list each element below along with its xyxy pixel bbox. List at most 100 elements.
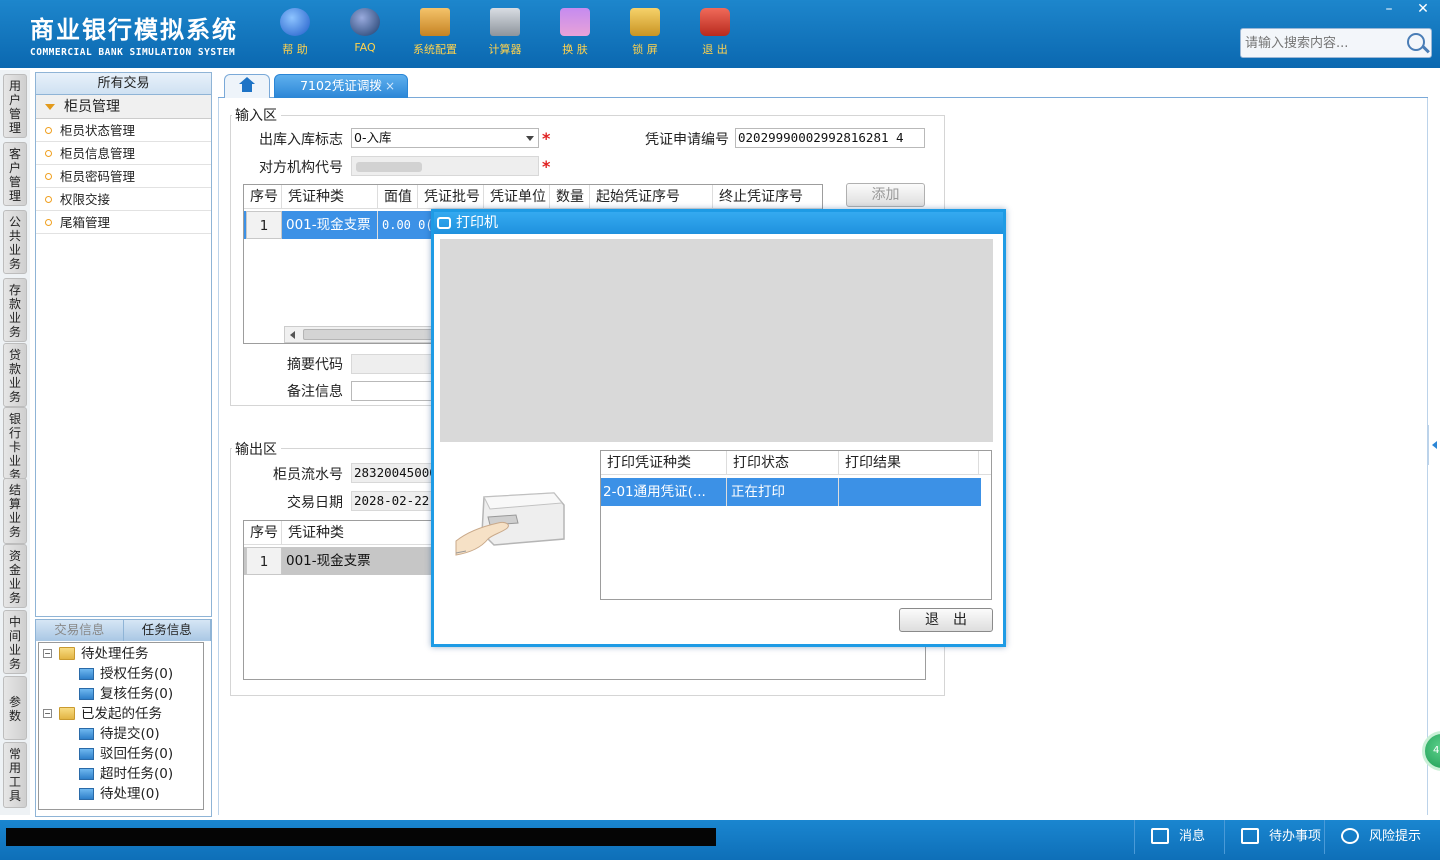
grid-header: 序号 凭证种类 bbox=[244, 521, 432, 545]
status-bar: 消息 待办事项 风险提示 bbox=[0, 820, 1440, 860]
remark-label: 备注信息 bbox=[287, 384, 343, 400]
apply-no-field[interactable]: 02029990002992816281 4 bbox=[735, 128, 925, 148]
scroll-left-icon[interactable] bbox=[290, 331, 295, 339]
print-status-grid: 打印凭证种类 打印状态 打印结果 2-01通用凭证(... 正在打印 bbox=[600, 450, 992, 600]
side-tab-settlement[interactable]: 结算业务 bbox=[3, 478, 27, 544]
menu-item-tail-box[interactable]: 尾箱管理 bbox=[36, 211, 211, 234]
skin-button[interactable]: 换 肤 bbox=[540, 8, 610, 57]
risk-alert-button[interactable]: 风险提示 bbox=[1324, 820, 1440, 854]
side-tab-user-management[interactable]: 用户管理 bbox=[3, 74, 27, 138]
side-tab-bank-card[interactable]: 银行卡业务 bbox=[3, 407, 27, 482]
help-button[interactable]: 帮 助 bbox=[260, 8, 330, 57]
menu-item-teller-password[interactable]: 柜员密码管理 bbox=[36, 165, 211, 188]
column-header: 数量 bbox=[550, 185, 590, 208]
counterparty-code-field[interactable] bbox=[351, 156, 539, 176]
tree-node-timeout[interactable]: 超时任务(0) bbox=[39, 764, 203, 784]
messages-button[interactable]: 消息 bbox=[1134, 820, 1224, 854]
search-box bbox=[1240, 28, 1432, 58]
tree-node-label: 待处理任务 bbox=[81, 646, 149, 662]
power-icon bbox=[700, 8, 730, 36]
lock-screen-button[interactable]: 锁 屏 bbox=[610, 8, 680, 57]
faq-button[interactable]: FAQ bbox=[330, 8, 400, 57]
column-header: 凭证单位 bbox=[484, 185, 550, 208]
inout-flag-select[interactable]: 0-入库 bbox=[351, 128, 539, 148]
menu-item-teller-status[interactable]: 柜员状态管理 bbox=[36, 119, 211, 142]
menu-item-label: 尾箱管理 bbox=[60, 215, 111, 230]
task-list-icon bbox=[79, 668, 94, 680]
tree-node-initiated[interactable]: − 已发起的任务 bbox=[39, 704, 203, 724]
calculator-button[interactable]: 计算器 bbox=[470, 8, 540, 57]
table-row[interactable]: 2-01通用凭证(... 正在打印 bbox=[601, 478, 981, 506]
trade-date-label: 交易日期 bbox=[287, 495, 343, 511]
collapse-icon[interactable]: − bbox=[43, 709, 52, 718]
tab-voucher-transfer[interactable]: 7102凭证调拨 × bbox=[274, 74, 408, 99]
face-value-cell: 0.00 0( bbox=[378, 211, 438, 239]
side-tab-intermediary[interactable]: 中间业务 bbox=[3, 610, 27, 674]
input-section-title: 输入区 bbox=[232, 105, 281, 125]
side-tab-public-business[interactable]: 公共业务 bbox=[3, 210, 27, 274]
tree-node-authorize[interactable]: 授权任务(0) bbox=[39, 664, 203, 684]
status-message-area bbox=[6, 828, 716, 846]
task-list-icon bbox=[79, 728, 94, 740]
grid-header: 序号 凭证种类 面值 凭证批号 凭证单位 数量 起始凭证序号 终止凭证序号 bbox=[244, 185, 822, 209]
printer-icon bbox=[437, 217, 451, 229]
add-button[interactable]: 添加 bbox=[846, 183, 925, 207]
dialog-title: 打印机 bbox=[456, 215, 498, 231]
tree-node-label: 待提交(0) bbox=[100, 726, 160, 742]
menu-item-teller-info[interactable]: 柜员信息管理 bbox=[36, 142, 211, 165]
task-panel: 交易信息 任务信息 − 待处理任务 授权任务(0) 复核任务(0) − 已发起的任务… bbox=[35, 619, 212, 817]
teller-seq-label: 柜员流水号 bbox=[273, 467, 343, 483]
chat-bubble-icon bbox=[1341, 828, 1359, 844]
counterparty-code-label: 对方机构代号 bbox=[259, 160, 343, 176]
output-section-title: 输出区 bbox=[232, 439, 281, 459]
dialog-titlebar[interactable]: 打印机 bbox=[434, 212, 1003, 234]
tree-node-label: 复核任务(0) bbox=[100, 686, 174, 702]
print-voucher-type-cell: 2-01通用凭证(... bbox=[601, 478, 727, 506]
lock-screen-label: 锁 屏 bbox=[632, 43, 658, 56]
table-row[interactable]: 1 001-现金支票 0.00 0( bbox=[244, 211, 438, 239]
collapse-icon[interactable]: − bbox=[43, 649, 52, 658]
dialog-exit-button[interactable]: 退 出 bbox=[899, 608, 993, 632]
side-tab-common-tools[interactable]: 常用工具 bbox=[3, 742, 27, 808]
tab-home[interactable] bbox=[224, 74, 270, 98]
tree-node-review[interactable]: 复核任务(0) bbox=[39, 684, 203, 704]
print-preview-area bbox=[440, 239, 993, 442]
column-header: 打印状态 bbox=[727, 451, 839, 474]
app-brand: 商业银行模拟系统 COMMERCIAL BANK SIMULATION SYST… bbox=[30, 10, 238, 58]
chevron-down-icon[interactable] bbox=[526, 136, 534, 141]
tab-task-info[interactable]: 任务信息 bbox=[123, 620, 211, 641]
menu-item-label: 权限交接 bbox=[60, 192, 111, 207]
close-tab-icon[interactable]: × bbox=[385, 75, 395, 97]
system-config-button[interactable]: 系统配置 bbox=[400, 8, 470, 57]
side-tab-loan[interactable]: 贷款业务 bbox=[3, 343, 27, 407]
apply-no-label: 凭证申请编号 bbox=[645, 132, 729, 148]
tab-transaction-info[interactable]: 交易信息 bbox=[36, 620, 124, 641]
tree-node-to-process[interactable]: 待处理(0) bbox=[39, 784, 203, 804]
close-window-button[interactable]: ✕ bbox=[1406, 0, 1440, 20]
todo-button[interactable]: 待办事项 bbox=[1224, 820, 1324, 854]
side-tab-deposit[interactable]: 存款业务 bbox=[3, 278, 27, 342]
tree-node-to-submit[interactable]: 待提交(0) bbox=[39, 724, 203, 744]
task-list-icon bbox=[79, 768, 94, 780]
tree-node-rejected[interactable]: 驳回任务(0) bbox=[39, 744, 203, 764]
side-tab-funds[interactable]: 资金业务 bbox=[3, 544, 27, 608]
tree-node-label: 授权任务(0) bbox=[100, 666, 174, 682]
bullet-icon bbox=[45, 150, 52, 157]
search-icon[interactable] bbox=[1407, 33, 1425, 51]
minimize-button[interactable]: – bbox=[1372, 0, 1406, 20]
document-tabs: 7102凭证调拨 × bbox=[218, 72, 1428, 99]
collapse-right-panel-icon[interactable] bbox=[1428, 425, 1440, 465]
search-input[interactable] bbox=[1241, 29, 1401, 57]
menu-group-teller-management[interactable]: 柜员管理 bbox=[36, 95, 211, 119]
summary-code-label: 摘要代码 bbox=[287, 357, 343, 373]
lock-icon bbox=[630, 8, 660, 36]
app-header: 商业银行模拟系统 COMMERCIAL BANK SIMULATION SYST… bbox=[0, 0, 1440, 68]
side-tab-customer-management[interactable]: 客户管理 bbox=[3, 142, 27, 206]
tree-node-pending[interactable]: − 待处理任务 bbox=[39, 644, 203, 664]
scrollbar-thumb[interactable] bbox=[303, 329, 433, 340]
table-row[interactable]: 1 001-现金支票 bbox=[244, 547, 444, 575]
side-tab-parameters[interactable]: 参数 bbox=[3, 676, 27, 740]
exit-button[interactable]: 退 出 bbox=[680, 8, 750, 57]
menu-item-permission-handover[interactable]: 权限交接 bbox=[36, 188, 211, 211]
help-icon bbox=[280, 8, 310, 36]
